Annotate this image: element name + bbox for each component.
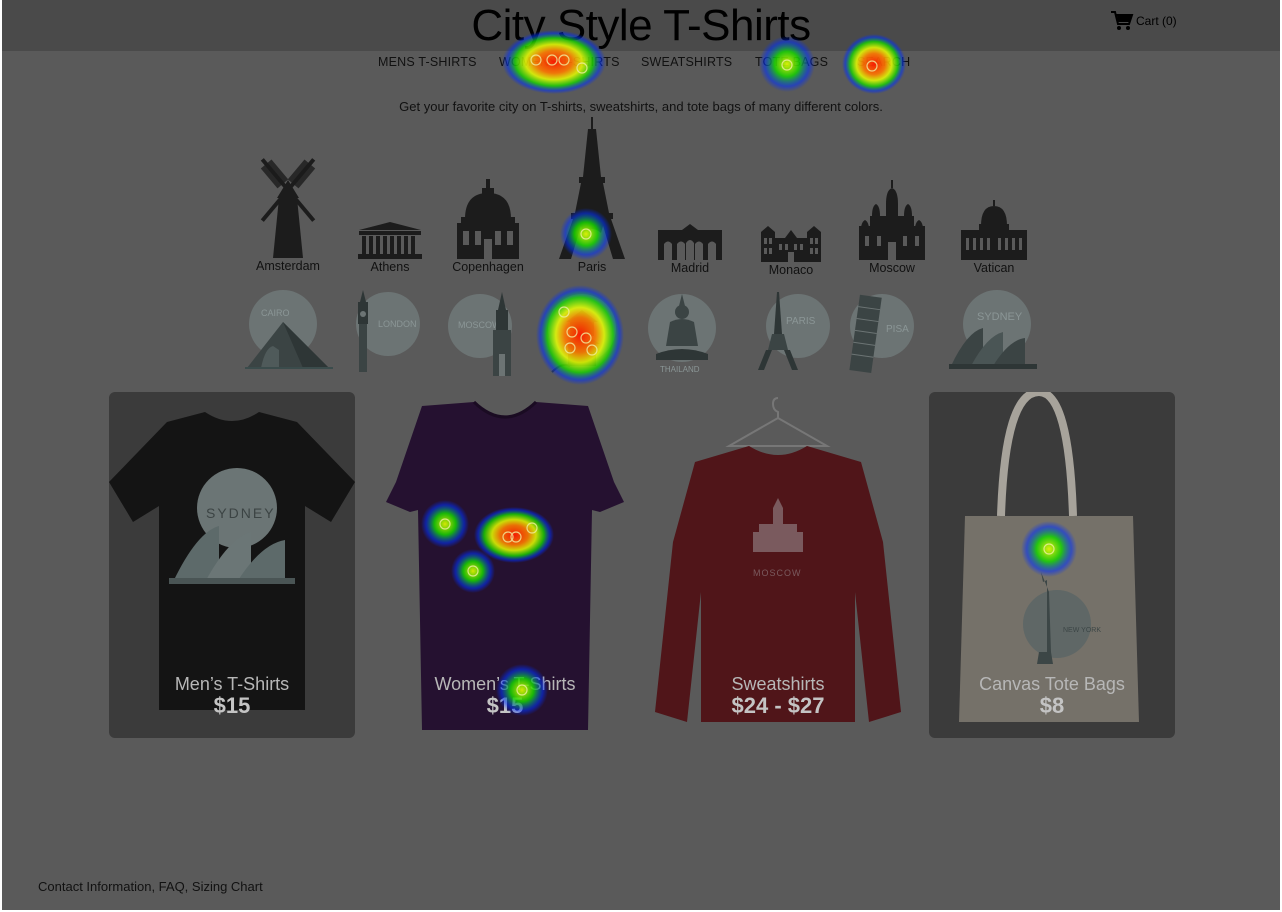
city-label: Amsterdam (256, 259, 320, 273)
stamp-label: CAIRO (261, 308, 290, 318)
eiffel-tower-icon (559, 117, 625, 259)
windmill-icon (260, 158, 316, 258)
city-moscow[interactable]: Moscow (852, 180, 932, 275)
city-paris[interactable]: Paris (552, 117, 632, 274)
page: City Style T-Shirts Cart (0) MENS T-SHIR… (2, 0, 1280, 910)
pagoda-icon (548, 294, 616, 373)
tagline: Get your favorite city on T-shirts, swea… (399, 99, 883, 114)
footer-links[interactable]: Contact Information, FAQ, Sizing Chart (38, 879, 263, 894)
cart-link[interactable]: Cart (0) (1110, 10, 1177, 32)
product-card-womens-tshirts[interactable]: Women’s T-Shirts $15 (382, 392, 628, 738)
product-price: $15 (486, 693, 524, 718)
product-card-mens-tshirts[interactable]: SYDNEY Men’s T-Shirts $15 (109, 392, 355, 738)
product-price: $8 (1039, 693, 1065, 718)
stamp-label: MOSCOW (458, 320, 501, 330)
basilica-icon (961, 200, 1027, 260)
city-label: Vatican (973, 261, 1015, 275)
shirt-print-text: SYDNEY (206, 505, 276, 521)
leaning-tower-icon: PISA (849, 294, 914, 374)
stamp-london[interactable]: LONDON (344, 288, 424, 374)
stamp-pisa[interactable]: PISA (844, 288, 924, 374)
pyramid-sphinx-icon: CAIRO (245, 290, 333, 369)
nav-sweatshirts[interactable]: SWEATSHIRTS (641, 55, 732, 69)
site-title[interactable]: City Style T-Shirts (2, 0, 1280, 52)
product-name: Men’s T-Shirts (174, 674, 290, 694)
parthenon-icon (358, 222, 422, 259)
city-amsterdam[interactable]: Amsterdam (248, 150, 328, 273)
product-card-tote-bags[interactable]: NEW YORK Canvas Tote Bags $8 (929, 392, 1175, 738)
domed-church-icon (457, 179, 519, 259)
kremlin-tower-icon: MOSCOW (448, 292, 512, 376)
city-vatican[interactable]: Vatican (954, 200, 1034, 275)
stamp-label: PISA (886, 324, 909, 335)
product-name: Women’s T-Shirts (434, 674, 576, 694)
city-athens[interactable]: Athens (350, 221, 430, 274)
product-price: $24 - $27 (731, 693, 825, 718)
city-copenhagen[interactable]: Copenhagen (448, 179, 528, 274)
shirt-print-text: MOSCOW (753, 568, 802, 578)
tote-print-text: NEW YORK (1063, 627, 1101, 634)
big-ben-icon: LONDON (356, 290, 420, 372)
product-name: Canvas Tote Bags (979, 674, 1125, 694)
palace-icon (761, 226, 821, 262)
stamp-paris[interactable]: PARIS (748, 288, 834, 374)
city-label: Copenhagen (452, 260, 524, 274)
stamp-label: PARIS (786, 316, 816, 327)
city-monaco[interactable]: Monaco (751, 226, 831, 277)
stamp-pagoda[interactable] (542, 288, 624, 380)
nav-mens-tshirts[interactable]: MENS T-SHIRTS (378, 55, 477, 69)
nav-search[interactable]: SEARCH (857, 55, 910, 69)
eiffel-tower-icon: PARIS (758, 292, 830, 370)
product-card-sweatshirts[interactable]: MOSCOW Sweatshirts $24 - $27 (655, 392, 901, 738)
buddha-icon: THAILAND (648, 294, 716, 374)
city-label: Moscow (869, 261, 915, 275)
stamp-label: LONDON (378, 319, 417, 329)
product-name: Sweatshirts (731, 674, 825, 694)
nav-tote-bags[interactable]: TOTE BAGS (755, 55, 828, 69)
stamp-thailand[interactable]: THAILAND (644, 288, 724, 376)
stamp-moscow[interactable]: MOSCOW (444, 288, 526, 380)
main-nav: MENS T-SHIRTS WOMENS T-SHIRTS SWEATSHIRT… (2, 55, 1280, 73)
arch-gate-icon (658, 224, 722, 260)
stamp-cairo[interactable]: CAIRO (243, 288, 335, 372)
stamp-label: SYDNEY (977, 311, 1023, 323)
city-label: Athens (370, 260, 410, 274)
nav-womens-tshirts[interactable]: WOMENS T-SHIRTS (499, 55, 620, 69)
city-label: Madrid (670, 261, 710, 275)
stamp-label: THAILAND (660, 365, 700, 374)
city-madrid[interactable]: Madrid (650, 224, 730, 275)
stamp-sydney[interactable]: SYDNEY (947, 288, 1041, 370)
shopping-cart-icon (1111, 11, 1134, 30)
city-label: Paris (577, 260, 607, 274)
city-label: Monaco (768, 263, 814, 277)
cart-label: Cart (0) (1136, 14, 1177, 28)
opera-house-icon: SYDNEY (949, 290, 1037, 369)
kremlin-icon (859, 180, 925, 260)
product-price: $15 (213, 693, 251, 718)
